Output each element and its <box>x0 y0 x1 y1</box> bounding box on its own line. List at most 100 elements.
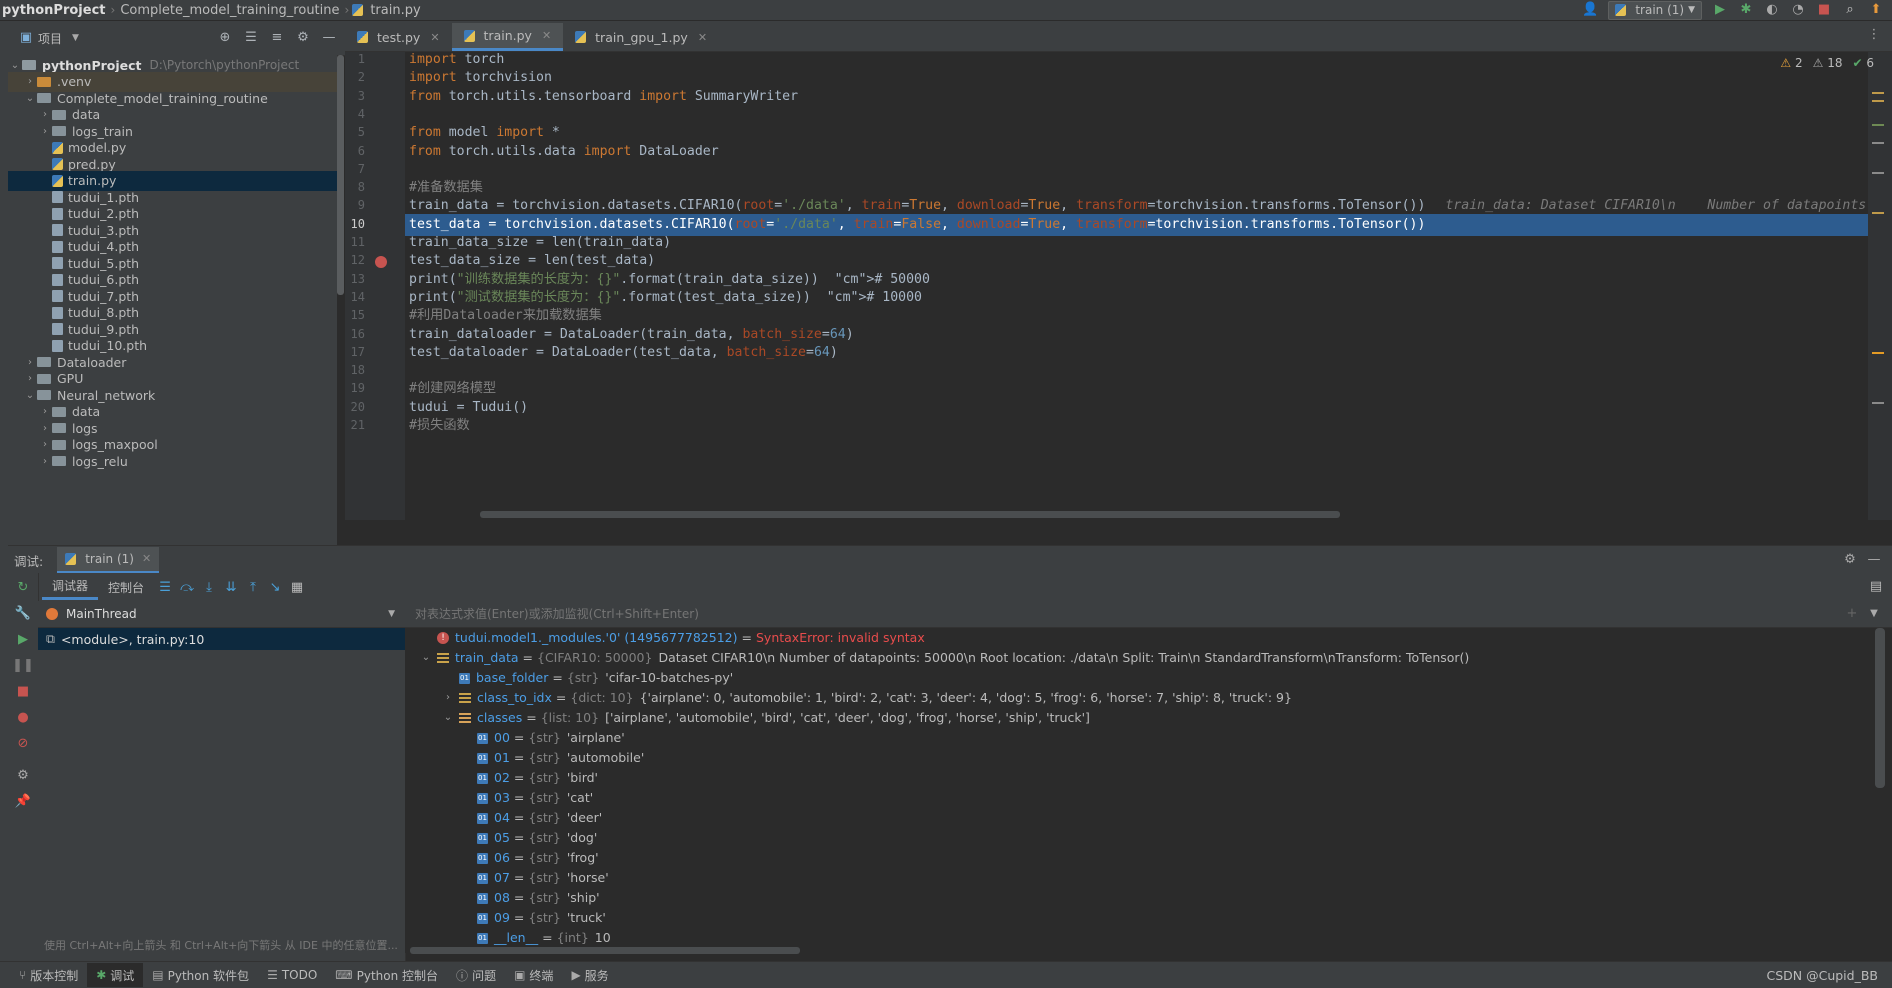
more-tabs-icon[interactable]: ⋮ <box>1866 27 1882 43</box>
pause-icon[interactable]: ❚❚ <box>12 657 34 673</box>
debug-icon[interactable]: ✱ <box>1738 2 1754 18</box>
rerun-icon[interactable]: ↻ <box>15 579 31 595</box>
list-item[interactable]: 01 01 = {str}'automobile' <box>459 748 644 768</box>
chevron-right-icon[interactable]: › <box>38 456 52 467</box>
list-item[interactable]: 01 00 = {str}'airplane' <box>459 728 625 748</box>
run-config-selector[interactable]: train (1) ▼ <box>1608 0 1702 20</box>
close-icon[interactable]: ✕ <box>430 31 439 44</box>
variable-row-class-to-idx[interactable]: › class_to_idx = {dict: 10} {'airplane':… <box>441 688 1292 708</box>
close-icon[interactable]: ✕ <box>142 552 151 565</box>
line-number[interactable]: 4 <box>345 107 365 121</box>
variable-row-classes[interactable]: ⌄ classes = {list: 10} ['airplane', 'aut… <box>441 708 1090 728</box>
breadcrumb-folder[interactable]: Complete_model_training_routine <box>118 3 341 18</box>
line-number[interactable]: 9 <box>345 198 365 212</box>
ok-count[interactable]: ✔ 6 <box>1852 56 1874 70</box>
editor-tab[interactable]: train.py ✕ <box>451 23 564 51</box>
toolwindow-branch[interactable]: ⑂ 版本控制 <box>10 963 87 987</box>
line-number[interactable]: 15 <box>345 308 365 322</box>
search-icon[interactable]: ⌕ <box>1842 2 1858 18</box>
line-number[interactable]: 21 <box>345 418 365 432</box>
editor-horizontal-scrollbar[interactable] <box>480 511 1340 518</box>
line-number[interactable]: 11 <box>345 235 365 249</box>
pin-icon[interactable]: 📌 <box>15 793 31 809</box>
update-icon[interactable]: ⬆ <box>1868 2 1884 18</box>
evaluate-expression-input[interactable] <box>413 606 1717 622</box>
list-item[interactable]: 01 03 = {str}'cat' <box>459 788 593 808</box>
list-item[interactable]: 01 02 = {str}'bird' <box>459 768 598 788</box>
gear-icon[interactable]: ⚙ <box>1842 552 1858 568</box>
chevron-down-icon[interactable]: ⌄ <box>441 708 455 728</box>
mute-breakpoints-icon[interactable]: ⊘ <box>15 735 31 751</box>
locate-icon[interactable]: ⊕ <box>217 30 233 46</box>
stop-icon[interactable]: ■ <box>15 683 31 699</box>
line-number[interactable]: 7 <box>345 162 365 176</box>
settings-wrench-icon[interactable]: 🔧 <box>15 605 31 621</box>
line-number[interactable]: 17 <box>345 345 365 359</box>
toolwindow-services[interactable]: ▶ 服务 <box>562 963 617 987</box>
line-number[interactable]: 20 <box>345 400 365 414</box>
step-over-icon[interactable]: ⤼ <box>176 577 198 597</box>
variables-scrollbar[interactable] <box>1875 628 1885 788</box>
evaluate-expression-icon[interactable]: ▦ <box>286 577 308 597</box>
layout-icon[interactable]: ▤ <box>1868 579 1884 595</box>
chevron-right-icon[interactable]: › <box>441 688 455 708</box>
coverage-icon[interactable]: ◐ <box>1764 2 1780 18</box>
tree-item[interactable]: › logs_relu <box>8 451 337 471</box>
toolwindow-info[interactable]: ⓘ 问题 <box>447 963 505 987</box>
line-number[interactable]: 8 <box>345 180 365 194</box>
project-panel-title[interactable]: 项目 <box>38 30 62 47</box>
line-number[interactable]: 1 <box>345 52 365 66</box>
line-number[interactable]: 2 <box>345 70 365 84</box>
frames-menu-icon[interactable]: ☰ <box>154 577 176 597</box>
minimize-icon[interactable]: — <box>1866 552 1882 568</box>
line-number[interactable]: 10 <box>345 217 365 231</box>
inspection-widget[interactable]: ⚠ 2 ⚠ 18 ✔ 6 <box>1780 56 1874 70</box>
chevron-right-icon[interactable]: › <box>23 357 37 368</box>
tab-console[interactable]: 控制台 <box>98 574 154 600</box>
line-number[interactable]: 19 <box>345 381 365 395</box>
editor-gutter[interactable]: 1 2 3 4 5 6 7 8 9 10 11 12 13 14 15 16 17 18 19 20 21 <box>345 52 405 520</box>
variables-horizontal-scrollbar[interactable] <box>410 947 800 954</box>
user-icon[interactable]: 👤 <box>1582 2 1598 18</box>
toolwindow-package[interactable]: ▤ Python 软件包 <box>143 963 258 987</box>
run-icon[interactable]: ▶ <box>1712 2 1728 18</box>
line-number[interactable]: 12 <box>345 253 365 267</box>
variable-row-error[interactable]: ! tudui.model1._modules.'0' (14956777825… <box>419 628 925 648</box>
chevron-down-icon[interactable]: ▼ <box>72 33 79 43</box>
chevron-down-icon[interactable]: ⌄ <box>419 648 433 668</box>
code-editor[interactable]: import torch import torchvision from torch… <box>405 52 1870 520</box>
variable-row-base-folder[interactable]: 01 base_folder = {str} 'cifar-10-batches… <box>441 668 733 688</box>
collapse-all-icon[interactable]: ≡ <box>269 30 285 46</box>
gear-icon[interactable]: ⚙ <box>15 767 31 783</box>
toolwindow-terminal[interactable]: ▣ 终端 <box>505 963 562 987</box>
add-watch-icon[interactable]: + <box>1844 606 1860 622</box>
chevron-right-icon[interactable]: › <box>38 406 52 417</box>
code-line[interactable]: #损失函数 <box>405 415 1870 437</box>
chevron-right-icon[interactable]: › <box>23 373 37 384</box>
close-icon[interactable]: ✕ <box>542 29 551 42</box>
gear-icon[interactable]: ⚙ <box>295 30 311 46</box>
chevron-right-icon[interactable]: › <box>23 76 37 87</box>
list-item[interactable]: 01 08 = {str}'ship' <box>459 888 600 908</box>
toolwindow-list[interactable]: ☰ TODO <box>258 963 326 987</box>
breadcrumb-file[interactable]: train.py <box>368 3 422 18</box>
line-number[interactable]: 6 <box>345 144 365 158</box>
weak-warning-count[interactable]: ⚠ 18 <box>1813 56 1843 70</box>
editor-error-stripe[interactable] <box>1868 52 1892 520</box>
warning-count[interactable]: ⚠ 2 <box>1780 56 1802 70</box>
step-into-my-code-icon[interactable]: ⇊ <box>220 577 242 597</box>
list-item[interactable]: 01 07 = {str}'horse' <box>459 868 609 888</box>
line-number[interactable]: 5 <box>345 125 365 139</box>
chevron-down-icon[interactable]: ⌄ <box>23 390 37 401</box>
variable-row-len[interactable]: 01 __len__ = {int} 10 <box>459 928 611 948</box>
debug-session-tab[interactable]: train (1) ✕ <box>57 546 160 574</box>
line-number[interactable]: 13 <box>345 272 365 286</box>
line-number[interactable]: 18 <box>345 363 365 377</box>
minimize-icon[interactable]: — <box>321 30 337 46</box>
breakpoint-icon[interactable] <box>375 256 387 268</box>
editor-tab[interactable]: test.py ✕ <box>345 23 452 51</box>
expand-all-icon[interactable]: ☰ <box>243 30 259 46</box>
list-item[interactable]: 01 05 = {str}'dog' <box>459 828 597 848</box>
resume-icon[interactable]: ▶ <box>15 631 31 647</box>
tab-debugger[interactable]: 调试器 <box>42 574 99 600</box>
